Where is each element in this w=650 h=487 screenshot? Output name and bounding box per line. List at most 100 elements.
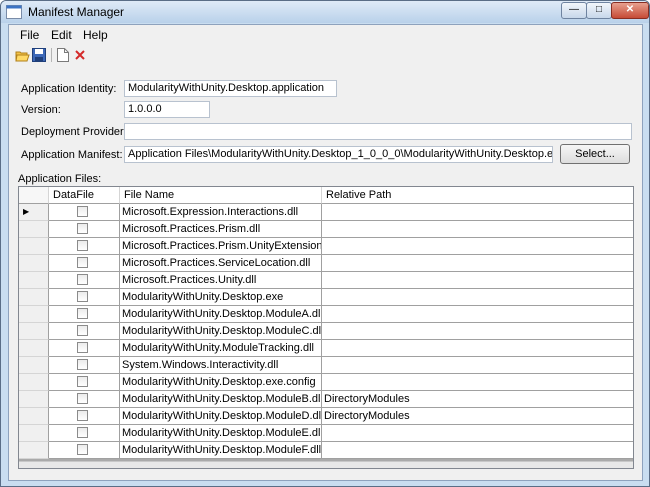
relative-path-cell[interactable] xyxy=(322,323,633,340)
row-header[interactable] xyxy=(19,442,49,459)
column-header-relative-path[interactable]: Relative Path xyxy=(322,187,633,204)
application-identity-field[interactable]: ModularityWithUnity.Desktop.application xyxy=(124,80,337,97)
current-row-arrow-icon: ▶ xyxy=(23,207,30,216)
relative-path-cell[interactable] xyxy=(322,289,633,306)
datafile-cell xyxy=(49,306,120,323)
row-header[interactable] xyxy=(19,221,49,238)
minimize-button[interactable]: — xyxy=(561,2,587,19)
manifest-manager-window: Manifest Manager — □ ✕ File Edit Help Ap… xyxy=(0,0,650,487)
maximize-button[interactable]: □ xyxy=(586,2,612,19)
datafile-checkbox[interactable] xyxy=(77,206,88,217)
column-header-datafile[interactable]: DataFile xyxy=(49,187,120,204)
row-header[interactable]: ▶ xyxy=(19,204,49,221)
relative-path-cell[interactable] xyxy=(322,425,633,442)
relative-path-cell[interactable] xyxy=(322,357,633,374)
application-files-grid: DataFile File Name Relative Path ▶ Micros… xyxy=(18,186,634,469)
application-manifest-field[interactable]: Application Files\ModularityWithUnity.De… xyxy=(124,146,553,163)
datafile-cell xyxy=(49,357,120,374)
datafile-checkbox[interactable] xyxy=(77,223,88,234)
datafile-cell xyxy=(49,442,120,459)
relative-path-cell[interactable] xyxy=(322,306,633,323)
menu-help[interactable]: Help xyxy=(83,28,108,42)
row-header[interactable] xyxy=(19,306,49,323)
deployment-provider-label: Deployment Provider: xyxy=(21,126,127,138)
row-header[interactable] xyxy=(19,408,49,425)
row-header[interactable] xyxy=(19,289,49,306)
datafile-cell xyxy=(49,221,120,238)
file-name-cell[interactable]: ModularityWithUnity.Desktop.ModuleD.dll xyxy=(120,408,322,425)
datafile-checkbox[interactable] xyxy=(77,376,88,387)
title-bar[interactable]: Manifest Manager — □ ✕ xyxy=(1,1,649,23)
column-header-file-name[interactable]: File Name xyxy=(120,187,322,204)
datafile-checkbox[interactable] xyxy=(77,393,88,404)
relative-path-cell[interactable]: DirectoryModules xyxy=(322,391,633,408)
relative-path-cell[interactable] xyxy=(322,221,633,238)
datafile-checkbox[interactable] xyxy=(77,257,88,268)
save-icon[interactable] xyxy=(31,47,47,63)
datafile-checkbox[interactable] xyxy=(77,427,88,438)
datafile-checkbox[interactable] xyxy=(77,325,88,336)
file-name-cell[interactable]: ModularityWithUnity.Desktop.ModuleB.dll xyxy=(120,391,322,408)
relative-path-cell[interactable] xyxy=(322,374,633,391)
menu-bar: File Edit Help xyxy=(9,25,642,45)
row-header[interactable] xyxy=(19,391,49,408)
datafile-checkbox[interactable] xyxy=(77,342,88,353)
datafile-cell xyxy=(49,272,120,289)
relative-path-cell[interactable] xyxy=(322,272,633,289)
file-name-cell[interactable]: ModularityWithUnity.Desktop.ModuleE.dll xyxy=(120,425,322,442)
application-files-label: Application Files: xyxy=(18,173,102,185)
version-label: Version: xyxy=(21,104,61,116)
new-document-icon[interactable] xyxy=(55,47,71,63)
version-field[interactable]: 1.0.0.0 xyxy=(124,101,210,118)
datafile-cell xyxy=(49,289,120,306)
row-header[interactable] xyxy=(19,238,49,255)
file-name-cell[interactable]: Microsoft.Practices.Prism.dll xyxy=(120,221,322,238)
datafile-cell xyxy=(49,323,120,340)
datafile-checkbox[interactable] xyxy=(77,410,88,421)
select-button[interactable]: Select... xyxy=(560,144,630,164)
row-header[interactable] xyxy=(19,323,49,340)
delete-icon[interactable] xyxy=(72,47,88,63)
file-name-cell[interactable]: ModularityWithUnity.Desktop.exe.config xyxy=(120,374,322,391)
row-header[interactable] xyxy=(19,340,49,357)
relative-path-cell[interactable] xyxy=(322,340,633,357)
file-name-cell[interactable]: ModularityWithUnity.ModuleTracking.dll xyxy=(120,340,322,357)
file-name-cell[interactable]: Microsoft.Practices.Prism.UnityExtension… xyxy=(120,238,322,255)
datafile-checkbox[interactable] xyxy=(77,444,88,455)
file-name-cell[interactable]: Microsoft.Practices.Unity.dll xyxy=(120,272,322,289)
menu-edit[interactable]: Edit xyxy=(51,28,72,42)
window-title: Manifest Manager xyxy=(28,5,125,19)
file-name-cell[interactable]: Microsoft.Practices.ServiceLocation.dll xyxy=(120,255,322,272)
application-manifest-label: Application Manifest: xyxy=(21,149,123,161)
file-name-cell[interactable]: ModularityWithUnity.Desktop.exe xyxy=(120,289,322,306)
datafile-checkbox[interactable] xyxy=(77,240,88,251)
relative-path-cell[interactable] xyxy=(322,204,633,221)
datafile-checkbox[interactable] xyxy=(77,308,88,319)
file-name-cell[interactable]: ModularityWithUnity.Desktop.ModuleF.dll xyxy=(120,442,322,459)
folder-open-icon[interactable] xyxy=(14,47,30,63)
file-name-cell[interactable]: ModularityWithUnity.Desktop.ModuleC.dll xyxy=(120,323,322,340)
relative-path-cell[interactable] xyxy=(322,255,633,272)
row-header[interactable] xyxy=(19,374,49,391)
relative-path-cell[interactable] xyxy=(322,442,633,459)
datafile-checkbox[interactable] xyxy=(77,274,88,285)
deployment-provider-field[interactable] xyxy=(124,123,632,140)
grid-corner-header xyxy=(19,187,49,204)
datafile-cell xyxy=(49,425,120,442)
relative-path-cell[interactable] xyxy=(322,238,633,255)
file-name-cell[interactable]: System.Windows.Interactivity.dll xyxy=(120,357,322,374)
horizontal-scrollbar[interactable] xyxy=(19,461,633,468)
file-name-cell[interactable]: Microsoft.Expression.Interactions.dll xyxy=(120,204,322,221)
row-header[interactable] xyxy=(19,357,49,374)
menu-file[interactable]: File xyxy=(20,28,39,42)
file-name-cell[interactable]: ModularityWithUnity.Desktop.ModuleA.dll xyxy=(120,306,322,323)
close-button[interactable]: ✕ xyxy=(611,2,649,19)
row-header[interactable] xyxy=(19,425,49,442)
relative-path-cell[interactable]: DirectoryModules xyxy=(322,408,633,425)
client-area: File Edit Help Application Identity: Mod… xyxy=(8,24,643,481)
datafile-checkbox[interactable] xyxy=(77,291,88,302)
datafile-cell xyxy=(49,204,120,221)
row-header[interactable] xyxy=(19,272,49,289)
datafile-checkbox[interactable] xyxy=(77,359,88,370)
row-header[interactable] xyxy=(19,255,49,272)
